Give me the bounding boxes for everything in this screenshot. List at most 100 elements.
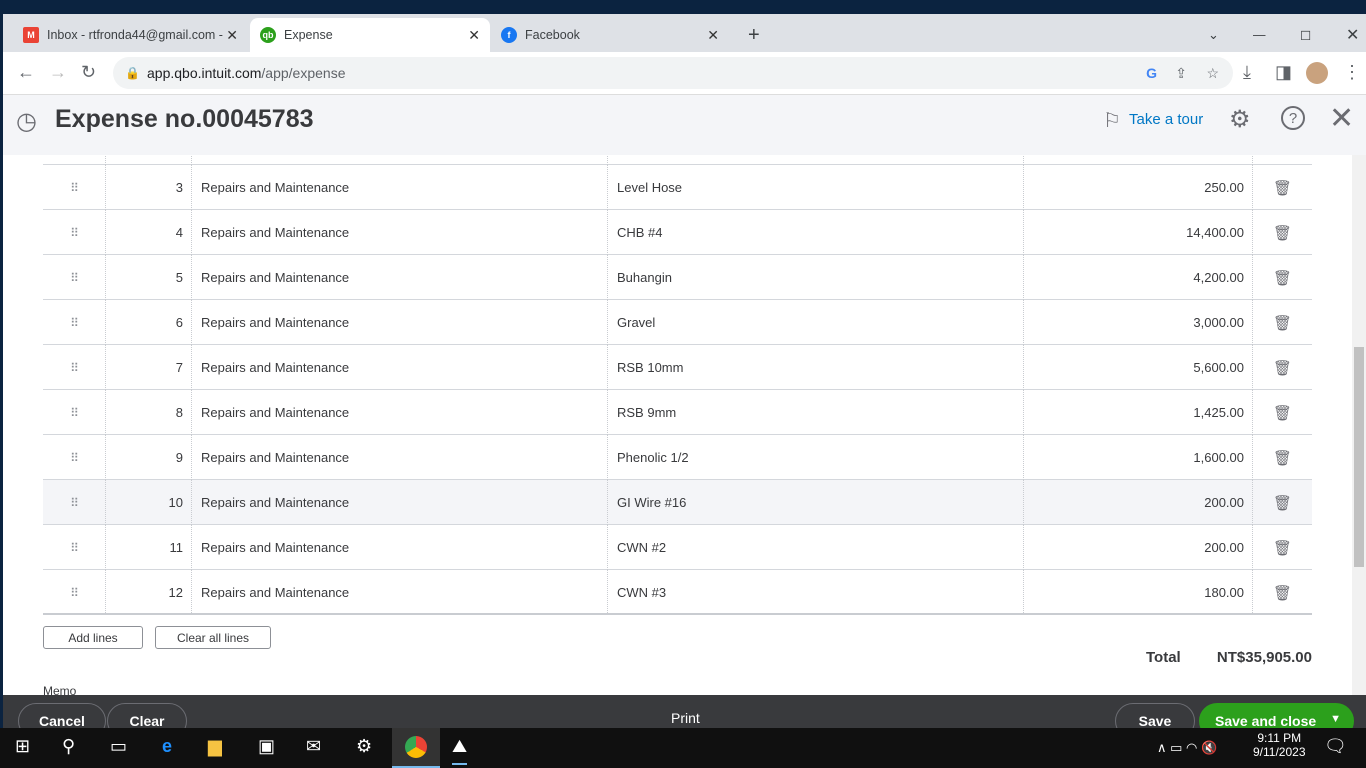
amount-cell[interactable]: 4,200.00 bbox=[1023, 255, 1252, 300]
task-view-icon[interactable]: ▭ bbox=[110, 736, 127, 757]
photos-icon[interactable]: ⛰ bbox=[452, 736, 468, 765]
description-cell[interactable]: CHB #4 bbox=[607, 210, 1023, 255]
windows-start-icon[interactable]: ⊞ bbox=[15, 736, 30, 757]
drag-handle-icon[interactable]: ⠿ bbox=[43, 165, 105, 210]
profile-avatar[interactable] bbox=[1306, 62, 1328, 84]
bookmark-star-icon[interactable]: ☆ bbox=[1206, 65, 1219, 82]
delete-trash-icon[interactable]: 🗑 bbox=[1252, 210, 1312, 255]
add-lines-button[interactable]: Add lines bbox=[43, 626, 143, 649]
amount-cell[interactable]: 3,000.00 bbox=[1023, 300, 1252, 345]
drag-handle-icon[interactable]: ⠿ bbox=[43, 300, 105, 345]
clock[interactable]: 9:11 PM 9/11/2023 bbox=[1253, 731, 1306, 759]
google-icon[interactable]: G bbox=[1146, 65, 1157, 81]
category-cell[interactable]: Repairs and Maintenance bbox=[191, 435, 607, 480]
new-tab-button[interactable]: + bbox=[738, 18, 770, 52]
forward-icon[interactable]: → bbox=[49, 62, 67, 83]
save-and-close-button[interactable]: Save and close ▼ bbox=[1199, 703, 1354, 728]
clear-all-lines-button[interactable]: Clear all lines bbox=[155, 626, 271, 649]
table-row[interactable]: ⠿ 5 Repairs and Maintenance Buhangin 4,2… bbox=[43, 255, 1312, 300]
edge-icon[interactable]: e bbox=[162, 736, 172, 757]
delete-trash-icon[interactable]: 🗑 bbox=[1252, 165, 1312, 210]
cancel-button[interactable]: Cancel bbox=[18, 703, 106, 728]
download-icon[interactable]: ⤓ bbox=[1243, 62, 1251, 83]
drag-handle-icon[interactable]: ⠿ bbox=[43, 210, 105, 255]
minimize-button[interactable]: — bbox=[1243, 18, 1276, 52]
print-button[interactable]: Print bbox=[671, 710, 700, 726]
close-tab-icon[interactable]: ✕ bbox=[226, 27, 238, 44]
reload-icon[interactable]: ↻ bbox=[81, 62, 96, 83]
drag-handle-icon[interactable]: ⠿ bbox=[43, 435, 105, 480]
amount-cell[interactable]: 1,425.00 bbox=[1023, 390, 1252, 435]
category-cell[interactable]: Repairs and Maintenance bbox=[191, 300, 607, 345]
delete-trash-icon[interactable]: 🗑 bbox=[1252, 255, 1312, 300]
menu-icon[interactable]: ⋮ bbox=[1343, 62, 1361, 83]
tab-gmail[interactable]: M Inbox - rtfronda44@gmail.com - ✕ bbox=[13, 18, 248, 52]
delete-trash-icon[interactable]: 🗑 bbox=[1252, 390, 1312, 435]
maximize-button[interactable]: ☐ bbox=[1290, 18, 1321, 52]
amount-cell[interactable]: 180.00 bbox=[1023, 570, 1252, 615]
take-a-tour-link[interactable]: Take a tour bbox=[1129, 111, 1203, 128]
dropdown-arrow-icon[interactable]: ▼ bbox=[1330, 713, 1341, 725]
close-tab-icon[interactable]: ✕ bbox=[707, 27, 719, 44]
drag-handle-icon[interactable]: ⠿ bbox=[43, 480, 105, 525]
tab-search-icon[interactable]: ⌄ bbox=[1198, 18, 1229, 52]
delete-trash-icon[interactable]: 🗑 bbox=[1252, 435, 1312, 480]
description-cell[interactable]: Gravel bbox=[607, 300, 1023, 345]
description-cell[interactable]: Level Hose bbox=[607, 165, 1023, 210]
tab-expense[interactable]: qb Expense ✕ bbox=[250, 18, 490, 52]
back-icon[interactable]: ← bbox=[17, 62, 35, 83]
settings-gear-icon[interactable]: ⚙ bbox=[1229, 105, 1251, 134]
category-cell[interactable]: Repairs and Maintenance bbox=[191, 165, 607, 210]
description-cell[interactable]: CWN #3 bbox=[607, 570, 1023, 615]
amount-cell[interactable]: 250.00 bbox=[1023, 165, 1252, 210]
search-icon[interactable]: ⚲ bbox=[62, 736, 75, 757]
drag-handle-icon[interactable]: ⠿ bbox=[43, 390, 105, 435]
drag-handle-icon[interactable]: ⠿ bbox=[43, 525, 105, 570]
description-cell[interactable]: Buhangin bbox=[607, 255, 1023, 300]
store-icon[interactable]: ▣ bbox=[258, 736, 275, 757]
amount-cell[interactable]: 200.00 bbox=[1023, 525, 1252, 570]
delete-trash-icon[interactable]: 🗑 bbox=[1252, 345, 1312, 390]
delete-trash-icon[interactable]: 🗑 bbox=[1252, 300, 1312, 345]
description-cell[interactable]: RSB 9mm bbox=[607, 390, 1023, 435]
drag-handle-icon[interactable]: ⠿ bbox=[43, 255, 105, 300]
delete-trash-icon[interactable]: 🗑 bbox=[1252, 525, 1312, 570]
amount-cell[interactable]: 14,400.00 bbox=[1023, 210, 1252, 255]
mail-icon[interactable]: ✉ bbox=[306, 736, 321, 757]
file-explorer-icon[interactable]: ▆ bbox=[208, 736, 222, 757]
amount-cell[interactable]: 200.00 bbox=[1023, 480, 1252, 525]
url-input[interactable]: 🔒 app.qbo.intuit.com/app/expense G ⇪ ☆ bbox=[113, 57, 1233, 89]
notifications-icon[interactable]: 🗨 bbox=[1324, 736, 1347, 757]
category-cell[interactable]: Repairs and Maintenance bbox=[191, 255, 607, 300]
description-cell[interactable]: RSB 10mm bbox=[607, 345, 1023, 390]
table-row[interactable]: ⠿ 11 Repairs and Maintenance CWN #2 200.… bbox=[43, 525, 1312, 570]
share-icon[interactable]: ⇪ bbox=[1175, 65, 1187, 82]
recent-transactions-icon[interactable]: ◷ bbox=[16, 107, 37, 136]
amount-cell[interactable]: 5,600.00 bbox=[1023, 345, 1252, 390]
delete-trash-icon[interactable]: 🗑 bbox=[1252, 480, 1312, 525]
save-button[interactable]: Save bbox=[1115, 703, 1195, 728]
table-row[interactable]: ⠿ 12 Repairs and Maintenance CWN #3 180.… bbox=[43, 570, 1312, 615]
description-cell[interactable]: CWN #2 bbox=[607, 525, 1023, 570]
chrome-icon[interactable] bbox=[392, 728, 440, 768]
tab-facebook[interactable]: f Facebook ✕ bbox=[491, 18, 729, 52]
category-cell[interactable]: Repairs and Maintenance bbox=[191, 210, 607, 255]
category-cell[interactable]: Repairs and Maintenance bbox=[191, 390, 607, 435]
description-cell[interactable]: Phenolic 1/2 bbox=[607, 435, 1023, 480]
help-icon[interactable]: ? bbox=[1281, 106, 1305, 130]
scrollbar[interactable] bbox=[1352, 155, 1366, 695]
table-row[interactable]: ⠿ 7 Repairs and Maintenance RSB 10mm 5,6… bbox=[43, 345, 1312, 390]
description-cell[interactable]: GI Wire #16 bbox=[607, 480, 1023, 525]
table-row[interactable]: ⠿ 3 Repairs and Maintenance Level Hose 2… bbox=[43, 165, 1312, 210]
close-icon[interactable]: ✕ bbox=[1329, 101, 1354, 136]
drag-handle-icon[interactable]: ⠿ bbox=[43, 570, 105, 615]
category-cell[interactable]: Repairs and Maintenance bbox=[191, 480, 607, 525]
table-row[interactable]: ⠿ 9 Repairs and Maintenance Phenolic 1/2… bbox=[43, 435, 1312, 480]
close-tab-icon[interactable]: ✕ bbox=[468, 27, 480, 44]
category-cell[interactable]: Repairs and Maintenance bbox=[191, 570, 607, 615]
clear-button[interactable]: Clear bbox=[107, 703, 187, 728]
drag-handle-icon[interactable]: ⠿ bbox=[43, 345, 105, 390]
side-panel-icon[interactable]: ◨ bbox=[1275, 62, 1292, 83]
scrollbar-thumb[interactable] bbox=[1354, 347, 1364, 567]
table-row[interactable]: ⠿ 6 Repairs and Maintenance Gravel 3,000… bbox=[43, 300, 1312, 345]
